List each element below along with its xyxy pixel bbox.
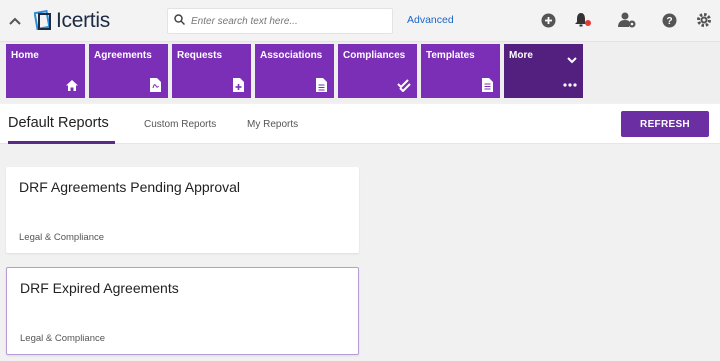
reports-list: DRF Agreements Pending Approval Legal & … bbox=[0, 145, 720, 361]
tab-label: Custom Reports bbox=[144, 118, 217, 130]
nav-tile-label: More bbox=[509, 50, 533, 61]
report-category: Legal & Compliance bbox=[20, 333, 106, 344]
tab-label: Default Reports bbox=[8, 114, 109, 131]
nav-tile-compliances[interactable]: Compliances bbox=[338, 44, 417, 98]
nav-tile-label: Compliances bbox=[343, 50, 406, 61]
nav-tile-agreements[interactable]: Agreements bbox=[89, 44, 168, 98]
gear-icon[interactable] bbox=[695, 11, 713, 29]
add-document-icon bbox=[231, 78, 245, 92]
ellipsis-icon bbox=[563, 78, 577, 92]
search-icon bbox=[174, 12, 186, 30]
nav-tile-label: Agreements bbox=[94, 50, 152, 61]
tab-label: My Reports bbox=[247, 118, 299, 130]
document-icon bbox=[314, 78, 328, 92]
template-icon bbox=[480, 78, 494, 92]
refresh-button[interactable]: REFRESH bbox=[621, 111, 709, 137]
nav-tile-label: Templates bbox=[426, 50, 475, 61]
report-category: Legal & Compliance bbox=[19, 232, 105, 243]
help-icon[interactable]: ? bbox=[660, 11, 678, 29]
advanced-search-link[interactable]: Advanced bbox=[407, 14, 454, 26]
chevron-down-icon bbox=[567, 51, 577, 69]
nav-tile-label: Associations bbox=[260, 50, 323, 61]
nav-tile-associations[interactable]: Associations bbox=[255, 44, 334, 98]
logo-text: Icertis bbox=[56, 9, 110, 32]
report-card[interactable]: DRF Expired Agreements Legal & Complianc… bbox=[6, 267, 359, 355]
pdf-document-icon bbox=[148, 78, 162, 92]
top-bar: Icertis Advanced ? bbox=[0, 0, 720, 42]
double-check-icon bbox=[397, 78, 411, 92]
user-settings-icon[interactable] bbox=[618, 11, 636, 29]
nav-tile-more[interactable]: More bbox=[504, 44, 583, 98]
nav-tile-templates[interactable]: Templates bbox=[421, 44, 500, 98]
svg-text:?: ? bbox=[666, 16, 672, 27]
search-input[interactable] bbox=[191, 15, 381, 27]
plus-circle-icon[interactable] bbox=[539, 11, 557, 29]
tab-default-reports[interactable]: Default Reports bbox=[8, 104, 115, 144]
tab-custom-reports[interactable]: Custom Reports bbox=[144, 104, 216, 144]
tab-my-reports[interactable]: My Reports bbox=[247, 104, 298, 144]
reports-tabs: Default Reports Custom Reports My Report… bbox=[0, 104, 720, 144]
chevron-up-icon[interactable] bbox=[6, 12, 24, 30]
nav-tile-label: Requests bbox=[177, 50, 223, 61]
report-title: DRF Expired Agreements bbox=[20, 280, 179, 296]
search-box[interactable] bbox=[167, 8, 393, 34]
report-title: DRF Agreements Pending Approval bbox=[19, 179, 241, 195]
logo-icon bbox=[33, 9, 52, 32]
home-icon bbox=[65, 78, 79, 92]
nav-tile-requests[interactable]: Requests bbox=[172, 44, 251, 98]
nav-tile-home[interactable]: Home bbox=[6, 44, 85, 98]
bell-icon[interactable] bbox=[574, 11, 592, 29]
nav-tile-label: Home bbox=[11, 50, 39, 61]
report-card[interactable]: DRF Agreements Pending Approval Legal & … bbox=[6, 167, 359, 253]
logo[interactable]: Icertis bbox=[33, 9, 110, 33]
main-nav: Home Agreements Requests Associations Co… bbox=[0, 42, 720, 102]
